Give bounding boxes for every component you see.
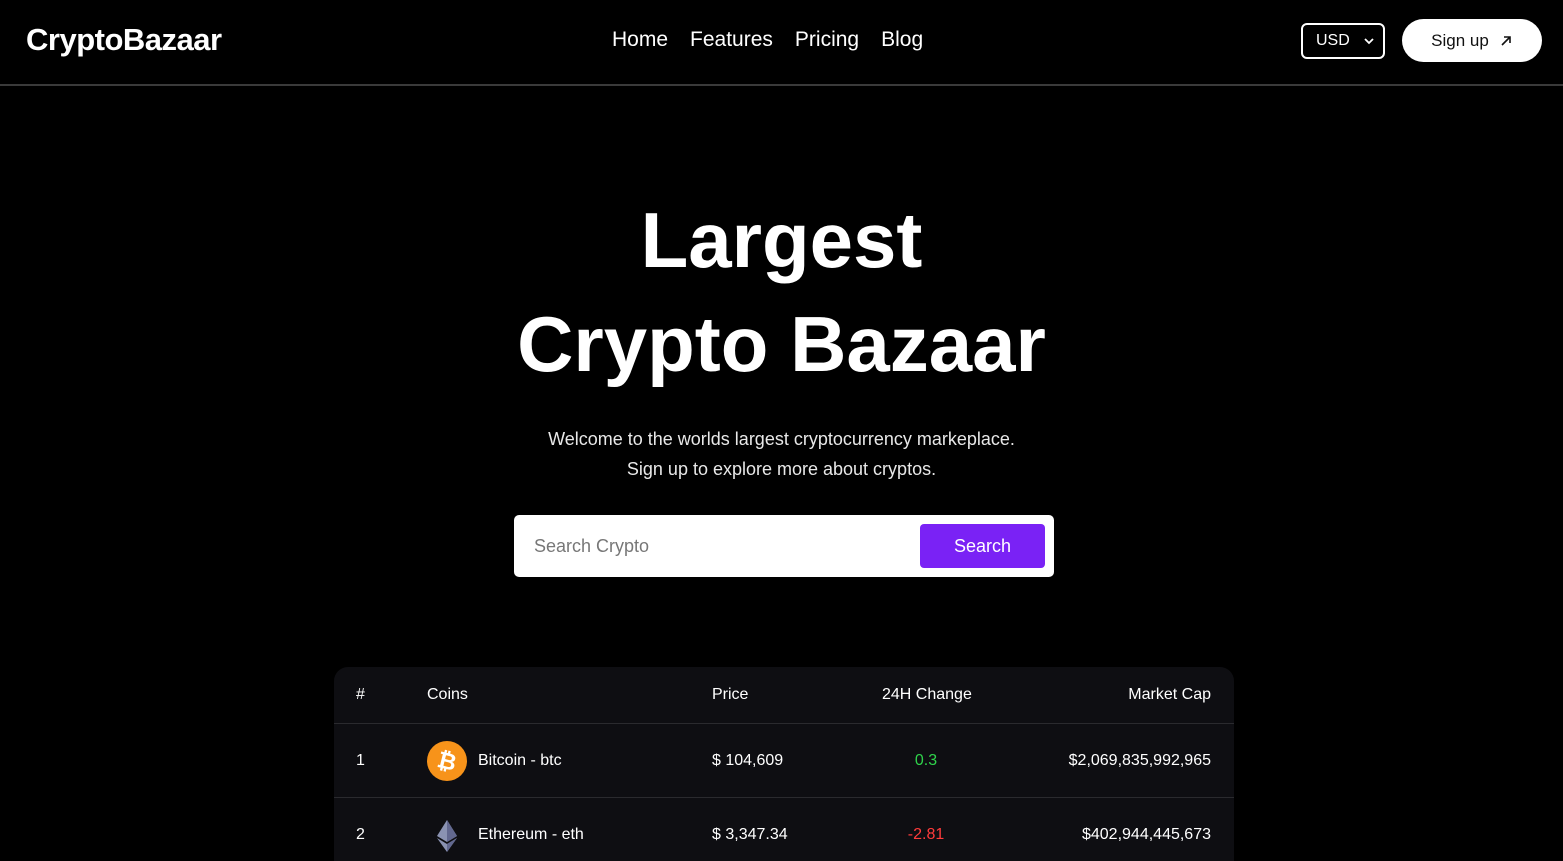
header-coins: Coins [427,686,468,703]
row-price: $ 104,609 [712,751,784,769]
chevron-down-icon [1364,37,1374,44]
table-header-row: # Coins Price 24H Change Market Cap [334,667,1234,724]
search-button[interactable]: Search [920,524,1045,568]
row-coin-name: Ethereum - eth [478,826,584,843]
row-price: $ 3,347.34 [712,826,788,843]
signup-button[interactable]: Sign up [1402,19,1542,62]
navbar: CryptoBazaar Home Features Pricing Blog … [0,0,1563,86]
hero-subtitle-line2: Sign up to explore more about cryptos. [626,459,937,479]
hero-title-line2: Crypto Bazaar [517,300,1046,388]
brand-logo[interactable]: CryptoBazaar [26,22,222,58]
hero-title-line1: Largest [640,196,923,284]
hero-subtitle: Welcome to the worlds largest cryptocurr… [0,424,1563,484]
currency-value: USD [1316,31,1350,49]
bitcoin-icon: ₿ [427,740,467,781]
header-24h-change: 24H Change [882,686,972,703]
table-row[interactable]: 2 Ethereum - eth $ 3,347.34 -2.81 $402,9… [334,798,1234,861]
search-form: Search [514,515,1054,577]
row-coin: Ethereum - eth [427,815,584,855]
header-rank: # [356,686,365,703]
currency-select[interactable]: USD [1301,22,1385,59]
row-rank: 1 [356,751,365,769]
nav-link-home[interactable]: Home [612,28,668,52]
nav-link-features[interactable]: Features [690,28,773,52]
crypto-table: # Coins Price 24H Change Market Cap 1 ₿ … [334,667,1234,861]
hero-subtitle-line1: Welcome to the worlds largest cryptocurr… [548,429,1015,449]
nav-links: Home Features Pricing Blog [612,28,923,52]
row-coin-name: Bitcoin - btc [478,751,562,769]
nav-link-blog[interactable]: Blog [881,28,923,52]
search-input[interactable] [514,515,914,577]
ethereum-icon [437,820,457,852]
nav-link-pricing[interactable]: Pricing [795,28,859,52]
row-24h-change: -2.81 [907,826,945,843]
header-market-cap: Market Cap [1128,686,1211,703]
table-row[interactable]: 1 ₿ Bitcoin - btc $ 104,609 0.3 $2,069,8… [334,724,1234,798]
signup-label: Sign up [1431,30,1489,50]
hero-title: Largest Crypto Bazaar [0,188,1563,396]
row-rank: 2 [356,826,365,843]
row-24h-change: 0.3 [914,751,938,769]
row-coin: ₿ Bitcoin - btc [427,740,562,781]
row-market-cap: $2,069,835,992,965 [1068,751,1211,769]
row-market-cap: $402,944,445,673 [1081,826,1211,843]
arrow-up-right-icon [1501,35,1511,46]
header-price: Price [712,686,749,703]
nav-actions: USD Sign up [1301,19,1542,62]
